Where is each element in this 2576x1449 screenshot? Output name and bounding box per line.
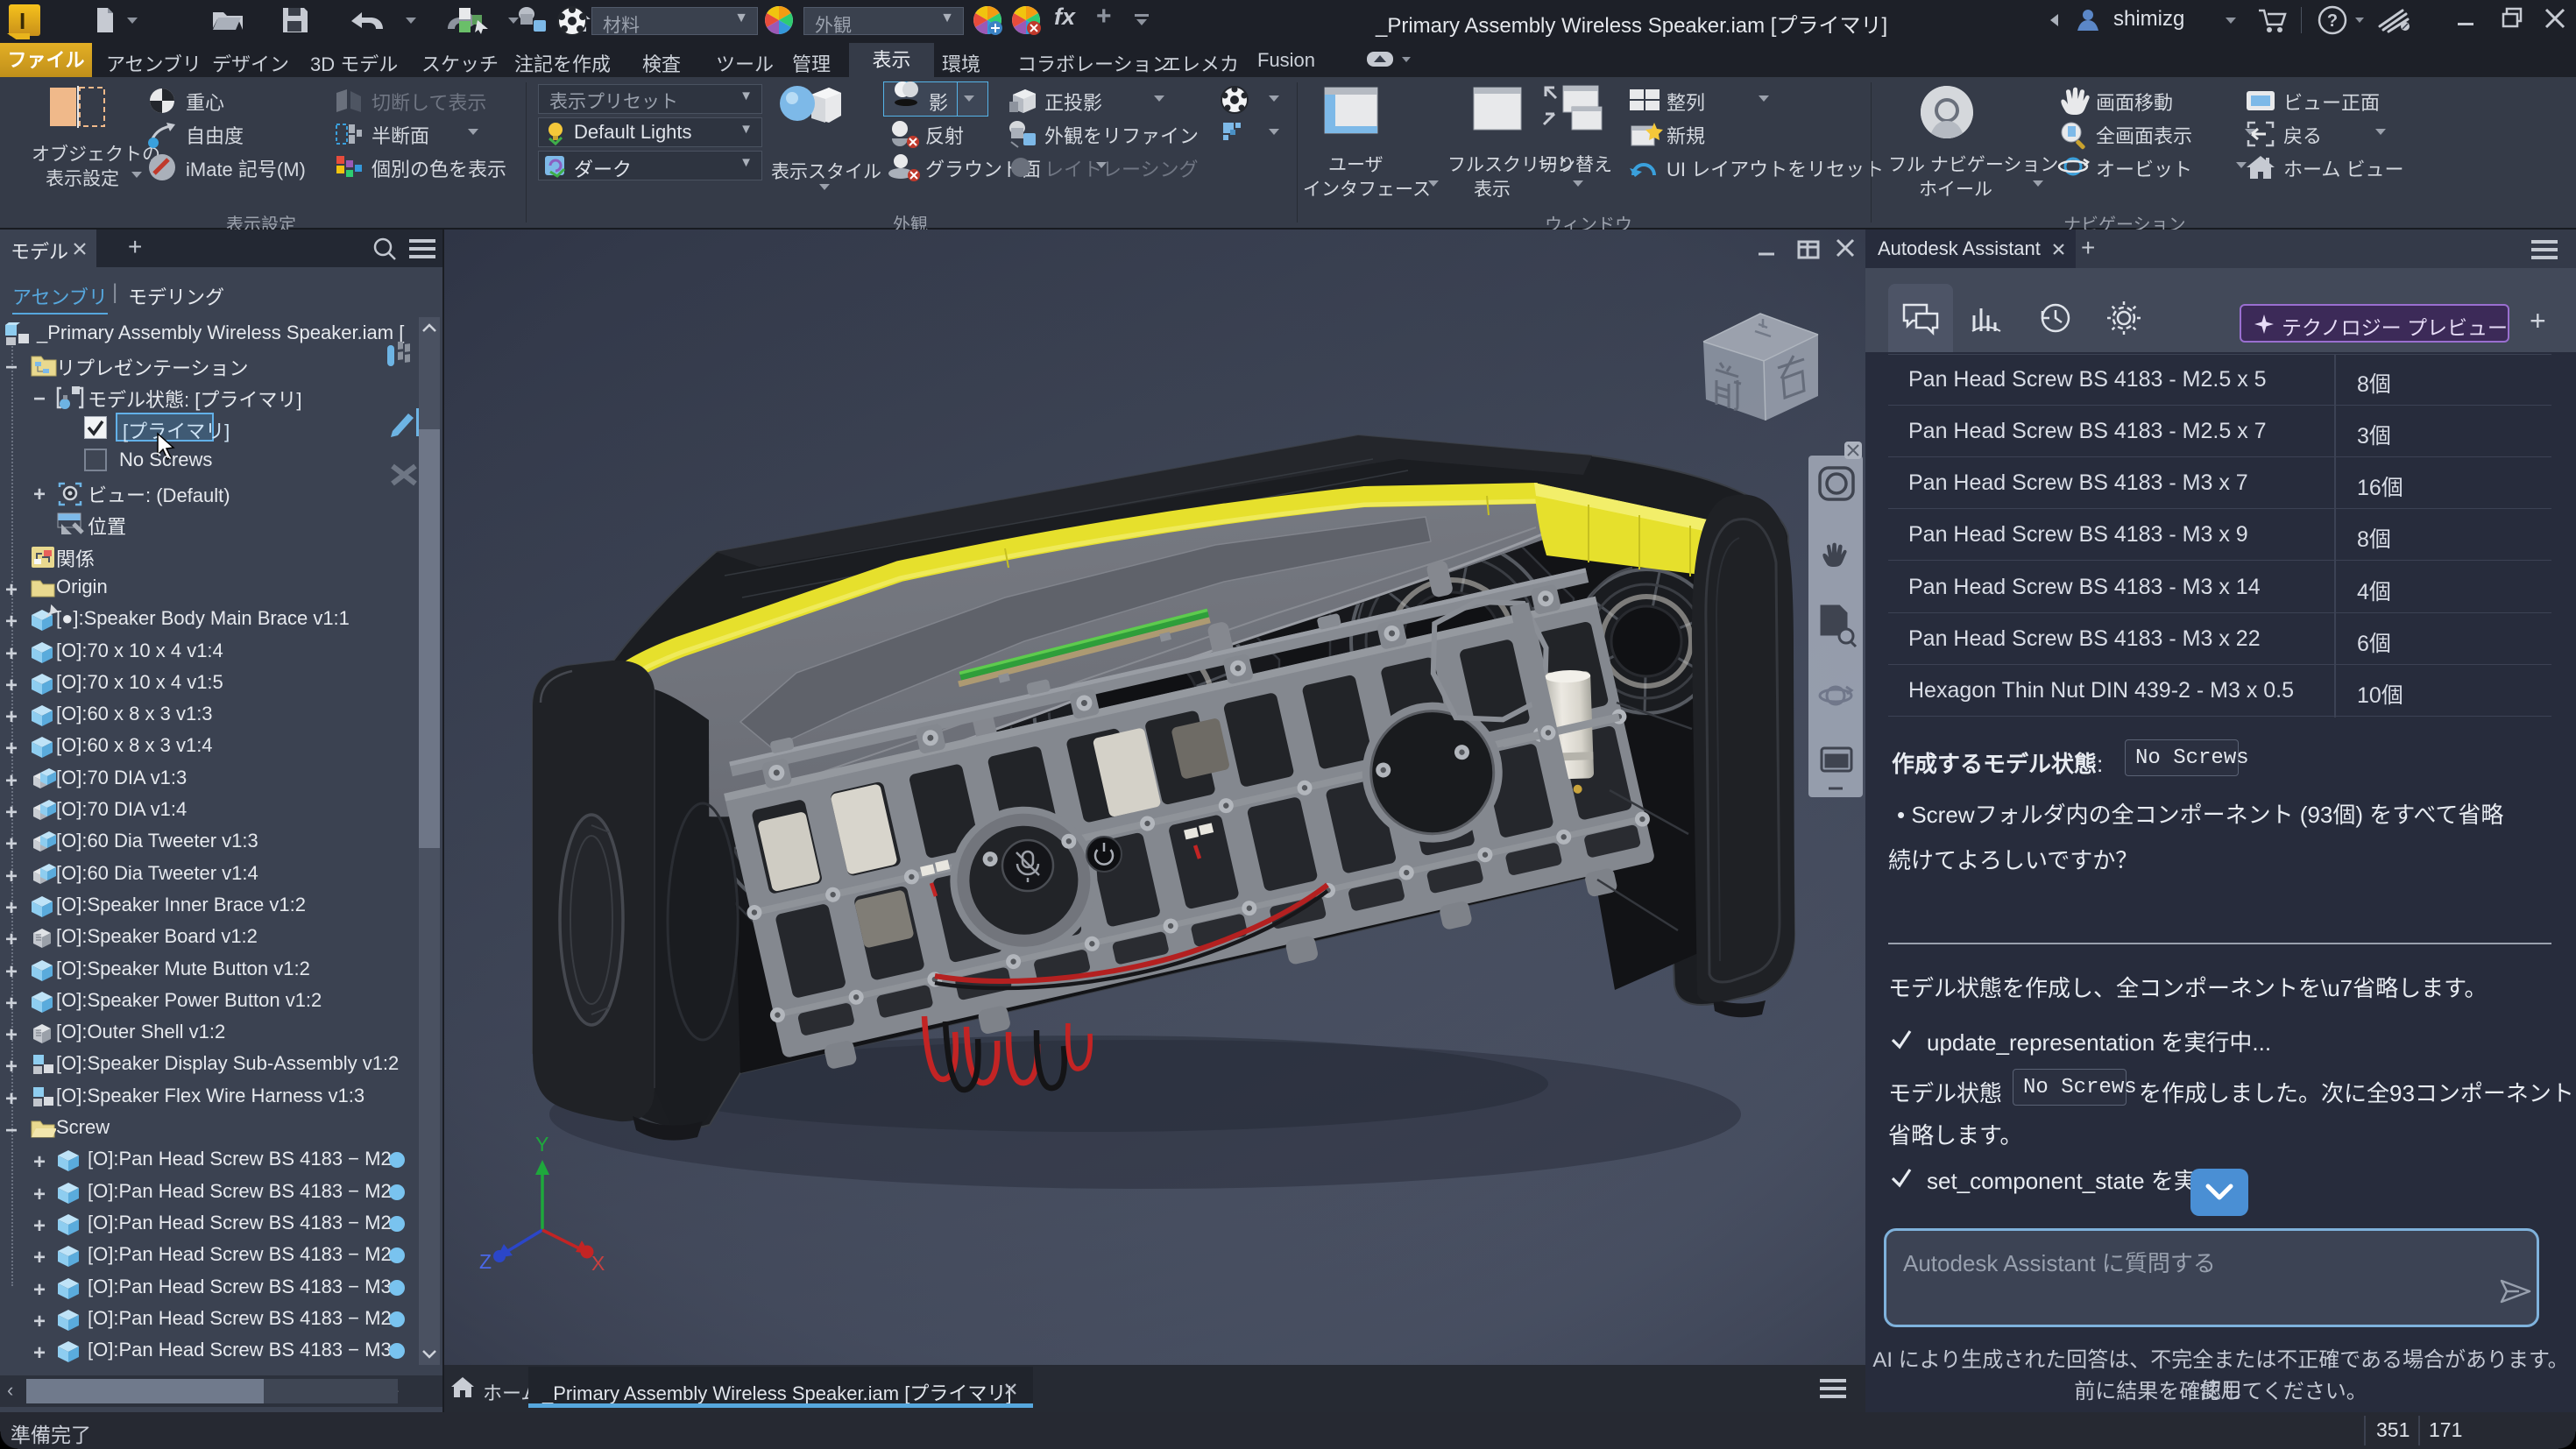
svg-text:Y: Y bbox=[535, 1133, 548, 1156]
svg-text:?: ? bbox=[2327, 11, 2338, 31]
svg-text:X: X bbox=[591, 1252, 605, 1275]
svg-text:Z: Z bbox=[479, 1250, 492, 1273]
